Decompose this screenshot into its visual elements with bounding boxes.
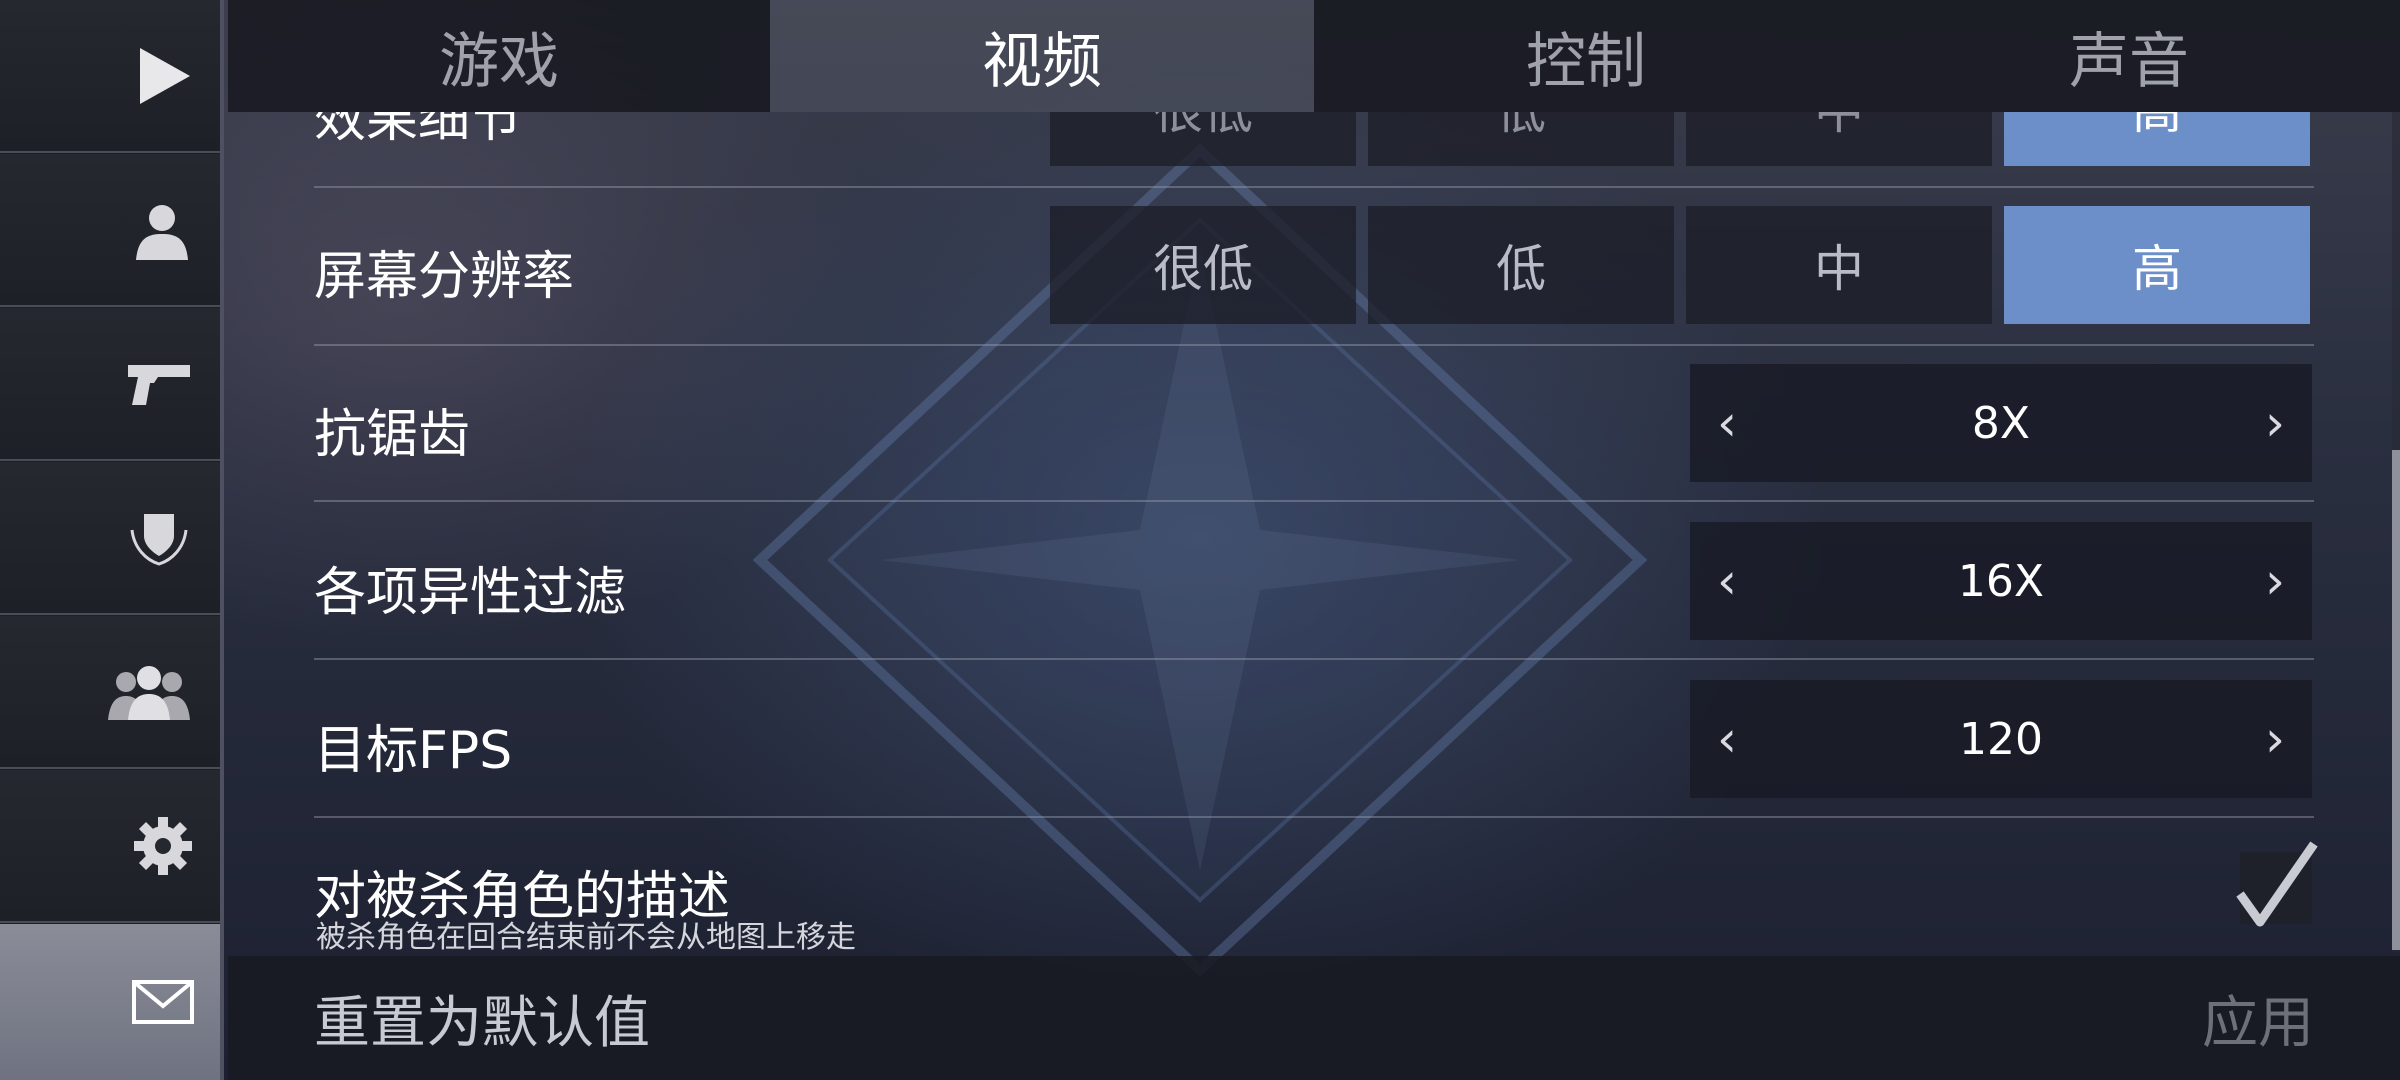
- sidebar-item-mail[interactable]: [0, 924, 220, 1080]
- effects-option-high[interactable]: 高: [2004, 112, 2310, 166]
- effects-option-very-low[interactable]: 很低: [1050, 112, 1356, 166]
- divider: [314, 186, 2314, 188]
- anisotropic-value: 16X: [1957, 555, 2045, 607]
- screen-resolution-label: 屏幕分辨率: [314, 247, 575, 307]
- antialiasing-value: 8X: [1971, 397, 2031, 449]
- divider: [314, 500, 2314, 502]
- killed-character-description: 被杀角色在回合结束前不会从地图上移走: [316, 920, 856, 955]
- effects-detail-label: 效果细节: [314, 112, 523, 149]
- divider: [314, 658, 2314, 660]
- divider: [314, 344, 2314, 346]
- antialiasing-prev-button[interactable]: ‹: [1692, 364, 1762, 482]
- play-icon: [140, 47, 190, 104]
- effects-option-low[interactable]: 低: [1368, 112, 1674, 166]
- anisotropic-filtering-stepper: ‹ 16X ›: [1690, 522, 2312, 640]
- tab-game[interactable]: 游戏: [228, 0, 770, 112]
- effects-option-medium[interactable]: 中: [1686, 112, 1992, 166]
- reset-defaults-button[interactable]: 重置为默认值: [314, 978, 650, 1059]
- sidebar-item-profile[interactable]: [0, 154, 220, 307]
- shield-emblem-icon: [130, 513, 188, 566]
- resolution-option-high[interactable]: 高: [2004, 206, 2310, 324]
- target-fps-stepper: ‹ 120 ›: [1690, 680, 2312, 798]
- divider: [314, 816, 2314, 818]
- target-fps-next-button[interactable]: ›: [2240, 680, 2310, 798]
- sidebar-item-ranks[interactable]: [0, 462, 220, 615]
- effects-detail-row: 效果细节 很低 低 中 高: [0, 112, 2400, 168]
- sidebar-item-friends[interactable]: [0, 616, 220, 769]
- anisotropic-next-button[interactable]: ›: [2240, 522, 2310, 640]
- pistol-icon: [128, 364, 190, 405]
- anisotropic-prev-button[interactable]: ‹: [1692, 522, 1762, 640]
- killed-character-checkbox[interactable]: [2236, 841, 2318, 927]
- scrollbar-thumb[interactable]: [2392, 450, 2400, 950]
- tab-controls[interactable]: 控制: [1314, 0, 1858, 112]
- mail-icon: [132, 980, 194, 1024]
- anisotropic-filtering-label: 各项异性过滤: [314, 563, 627, 623]
- tab-bar: 游戏 视频 控制 声音: [228, 0, 2400, 112]
- antialiasing-stepper: ‹ 8X ›: [1690, 364, 2312, 482]
- antialiasing-label: 抗锯齿: [314, 405, 471, 465]
- resolution-option-very-low[interactable]: 很低: [1050, 206, 1356, 324]
- checkmark-icon: [2236, 841, 2318, 927]
- antialiasing-next-button[interactable]: ›: [2240, 364, 2310, 482]
- sidebar-item-settings[interactable]: [0, 770, 220, 923]
- apply-button[interactable]: 应用: [2202, 978, 2314, 1059]
- tab-video[interactable]: 视频: [770, 0, 1314, 112]
- sidebar-item-weapons[interactable]: [0, 308, 220, 461]
- target-fps-prev-button[interactable]: ‹: [1692, 680, 1762, 798]
- target-fps-label: 目标FPS: [314, 721, 513, 781]
- group-icon: [108, 665, 190, 720]
- gear-icon: [134, 816, 192, 875]
- profile-icon: [136, 204, 188, 260]
- resolution-option-low[interactable]: 低: [1368, 206, 1674, 324]
- target-fps-value: 120: [1959, 713, 2043, 765]
- tab-sound[interactable]: 声音: [1858, 0, 2400, 112]
- resolution-option-medium[interactable]: 中: [1686, 206, 1992, 324]
